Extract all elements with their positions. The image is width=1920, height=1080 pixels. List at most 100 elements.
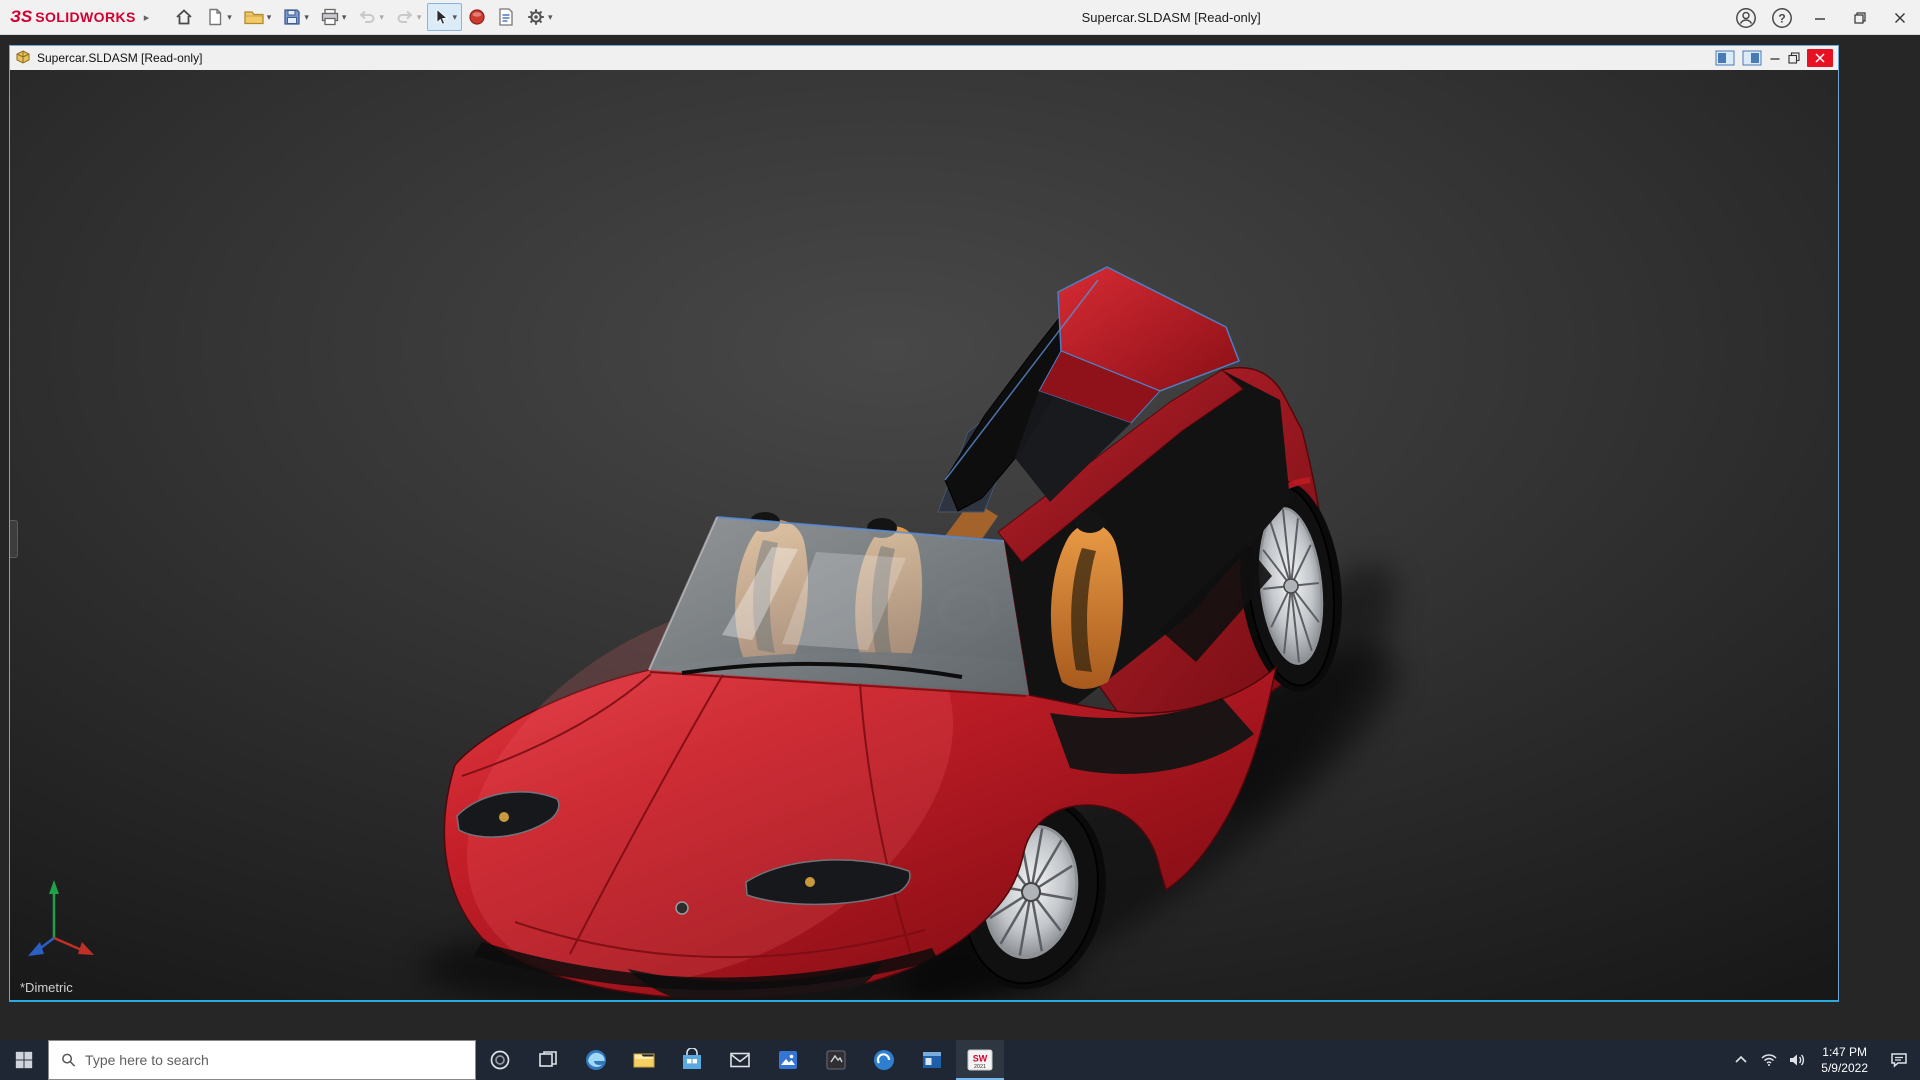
taskbar-file-explorer-button[interactable] [620, 1040, 668, 1080]
app-minimize-button[interactable] [1800, 0, 1840, 35]
taskbar-mail-button[interactable] [716, 1040, 764, 1080]
search-icon [61, 1052, 76, 1068]
home-icon [174, 7, 194, 27]
mdi-background: Supercar.SLDASM [Read-only] [0, 35, 1920, 1040]
clock-time: 1:47 PM [1821, 1044, 1868, 1060]
solidworks-app-icon: SW2021 [967, 1048, 993, 1072]
system-tray: 1:47 PM 5/9/2022 [1727, 1040, 1920, 1080]
taskbar-search-box[interactable] [48, 1040, 476, 1080]
dropdown-arrow-icon[interactable]: ▾ [452, 12, 457, 23]
help-icon: ? [1771, 7, 1793, 29]
open-button[interactable]: ▾ [238, 3, 277, 31]
action-center-button[interactable] [1878, 1040, 1920, 1080]
new-document-icon [205, 7, 225, 27]
app-restore-button[interactable] [1840, 0, 1880, 35]
mail-icon [728, 1048, 752, 1072]
display-pane-collapse-tab[interactable] [10, 520, 18, 558]
app-title-bar: ЗS SOLIDWORKS ▸ ▾ ▾ ▾ ▾ ▾ ▾ [0, 0, 1920, 35]
dropdown-arrow-icon[interactable]: ▾ [304, 12, 309, 23]
assembly-document-icon [15, 50, 31, 66]
file-properties-button[interactable] [492, 3, 520, 31]
dropdown-arrow-icon[interactable]: ▾ [417, 12, 422, 23]
options-button[interactable]: ▾ [521, 3, 558, 31]
undo-icon [357, 7, 377, 27]
taskbar-photos-button[interactable] [764, 1040, 812, 1080]
undo-button[interactable]: ▾ [352, 3, 389, 31]
print-button[interactable]: ▾ [315, 3, 352, 31]
taskbar-clock[interactable]: 1:47 PM 5/9/2022 [1811, 1044, 1878, 1076]
taskbar-edrawings-button[interactable] [860, 1040, 908, 1080]
svg-text:?: ? [1778, 11, 1785, 25]
tray-network-button[interactable] [1755, 1040, 1783, 1080]
taskbar-composer-button[interactable] [908, 1040, 956, 1080]
graphics-area: *Dimetric [10, 70, 1838, 1000]
tray-chevron-button[interactable] [1727, 1040, 1755, 1080]
clock-date: 5/9/2022 [1821, 1060, 1868, 1076]
dropdown-arrow-icon[interactable]: ▾ [267, 12, 272, 23]
select-tool-button[interactable]: ▾ [427, 3, 462, 31]
svg-text:SW: SW [973, 1054, 988, 1064]
dropdown-arrow-icon[interactable]: ▾ [342, 12, 347, 23]
save-icon [282, 7, 302, 27]
taskbar-apps: SW2021 [476, 1040, 1004, 1080]
taskbar-edge-button[interactable] [572, 1040, 620, 1080]
viewport-pane-button-right[interactable] [1742, 49, 1762, 67]
cortana-button[interactable] [476, 1040, 524, 1080]
user-account-icon [1735, 7, 1757, 29]
tray-volume-button[interactable] [1783, 1040, 1811, 1080]
menu-flyout-icon[interactable]: ▸ [144, 11, 150, 24]
user-account-button[interactable] [1728, 0, 1764, 35]
document-window: Supercar.SLDASM [Read-only] [9, 45, 1839, 1002]
open-folder-icon [243, 7, 265, 27]
document-title-bar[interactable]: Supercar.SLDASM [Read-only] [10, 46, 1838, 70]
rebuild-button[interactable] [463, 3, 491, 31]
file-properties-icon [497, 7, 515, 27]
taskbar-store-button[interactable] [668, 1040, 716, 1080]
cortana-icon [489, 1049, 511, 1071]
taskbar-solidworks-button[interactable]: SW2021 [956, 1040, 1004, 1080]
hood-badge [676, 902, 688, 914]
file-explorer-icon [632, 1048, 656, 1072]
windows-start-icon [14, 1050, 34, 1070]
network-wifi-icon [1760, 1052, 1778, 1068]
dropdown-arrow-icon[interactable]: ▾ [379, 12, 384, 23]
search-input[interactable] [85, 1052, 463, 1068]
taskbar-capture-tool-button[interactable] [812, 1040, 860, 1080]
restore-icon [1788, 52, 1800, 64]
volume-icon [1788, 1052, 1806, 1068]
task-view-button[interactable] [524, 1040, 572, 1080]
rebuild-icon [468, 8, 486, 26]
print-icon [320, 7, 340, 27]
capture-tool-icon [824, 1048, 848, 1072]
dropdown-arrow-icon[interactable]: ▾ [227, 12, 232, 23]
split-pane-right-icon [1742, 50, 1762, 66]
dropdown-arrow-icon[interactable]: ▾ [548, 12, 553, 23]
viewport-pane-button-left[interactable] [1715, 49, 1735, 67]
doc-restore-button[interactable] [1788, 49, 1800, 67]
solidworks-logo-mark: ЗS [10, 7, 32, 27]
solidworks-logo-text: SOLIDWORKS [35, 9, 135, 25]
new-document-button[interactable]: ▾ [200, 3, 237, 31]
3d-viewport[interactable] [10, 70, 1838, 1000]
doc-minimize-button[interactable] [1769, 49, 1781, 67]
help-button[interactable]: ? [1764, 0, 1800, 35]
chevron-up-icon [1734, 1055, 1748, 1065]
svg-text:2021: 2021 [974, 1064, 986, 1070]
app-window-controls: ? [1728, 0, 1920, 35]
quick-access-toolbar: ▾ ▾ ▾ ▾ ▾ ▾ ▾ [169, 3, 557, 31]
redo-button[interactable]: ▾ [390, 3, 427, 31]
options-gear-icon [526, 7, 546, 27]
select-cursor-icon [432, 8, 450, 26]
cockpit [649, 512, 1029, 695]
redo-icon [395, 7, 415, 27]
store-icon [681, 1048, 703, 1072]
home-button[interactable] [169, 3, 199, 31]
app-window-title: Supercar.SLDASM [Read-only] [1082, 10, 1261, 25]
split-pane-left-icon [1715, 50, 1735, 66]
save-button[interactable]: ▾ [277, 3, 314, 31]
app-close-button[interactable] [1880, 0, 1920, 35]
start-button[interactable] [0, 1040, 48, 1080]
doc-close-button[interactable] [1807, 49, 1833, 67]
edge-icon [584, 1048, 608, 1072]
view-orientation-label: *Dimetric [20, 980, 73, 995]
